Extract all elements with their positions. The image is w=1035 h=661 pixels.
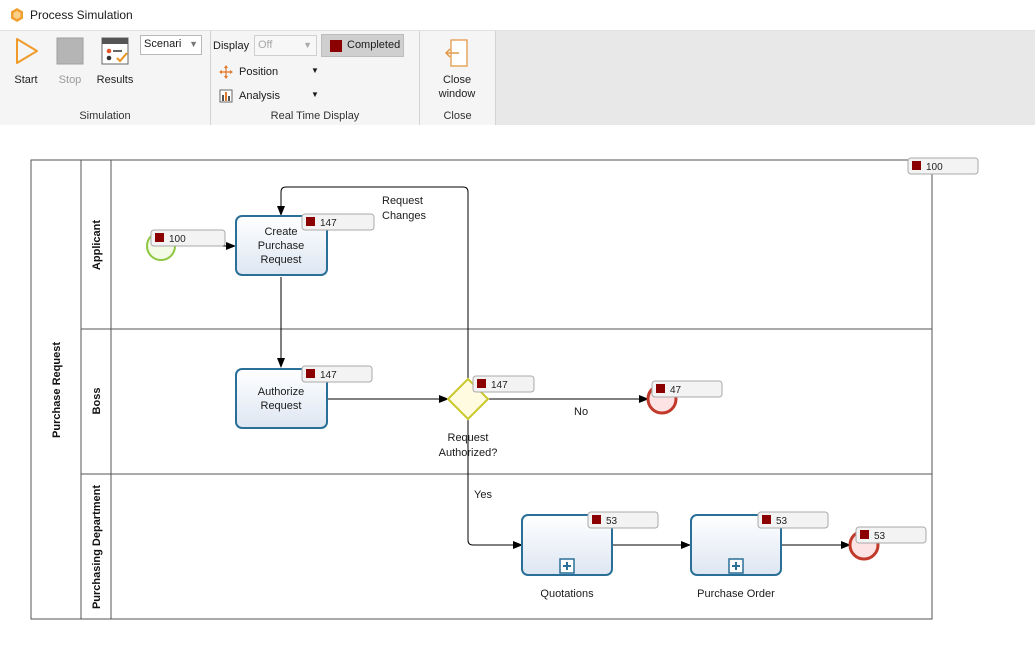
stop-button[interactable]: Stop — [52, 36, 88, 86]
subprocess-label: Purchase Order — [697, 588, 775, 600]
task-label: Create — [264, 226, 297, 238]
position-label: Position — [239, 66, 279, 78]
completed-toggle[interactable]: Completed — [321, 34, 404, 57]
subprocess-label: Quotations — [540, 588, 594, 600]
completed-label: Completed — [347, 39, 401, 51]
chevron-down-icon: ▼ — [303, 40, 312, 50]
badge-gateway: 147 — [472, 375, 535, 393]
realtime-group-label: Real Time Display — [270, 110, 360, 122]
analysis-label: Analysis — [239, 90, 280, 102]
results-button[interactable]: Results — [95, 36, 135, 86]
task-label: Request — [261, 254, 302, 266]
flow-label-no: No — [574, 406, 588, 418]
pool-label: Purchase Request — [51, 342, 63, 438]
badge-count: 53 — [606, 516, 618, 527]
badge-count: 100 — [169, 234, 186, 245]
badge-purchase-order: 53 — [757, 511, 829, 529]
task-label: Purchase — [258, 240, 304, 252]
gateway-label-1: Request — [448, 432, 489, 444]
chevron-down-icon: ▼ — [311, 90, 319, 99]
close-window-label-1: Close — [442, 74, 472, 86]
expand-plus-icon[interactable] — [559, 558, 575, 574]
lane-label-applicant: Applicant — [91, 220, 103, 270]
task-label: Request — [261, 400, 302, 412]
play-icon — [16, 38, 38, 64]
display-select[interactable]: Off ▼ — [254, 35, 317, 56]
move-arrows-icon — [219, 65, 233, 79]
analysis-menu[interactable]: Analysis ▼ — [219, 89, 329, 107]
badge-count: 100 — [926, 162, 943, 173]
chevron-down-icon: ▼ — [189, 39, 198, 49]
display-value: Off — [258, 39, 273, 51]
simulation-group-label: Simulation — [79, 110, 131, 122]
results-label: Results — [96, 74, 134, 86]
badge-end-yes: 53 — [855, 526, 927, 544]
expand-plus-icon[interactable] — [728, 558, 744, 574]
display-label: Display — [213, 40, 250, 52]
start-button[interactable]: Start — [6, 36, 46, 86]
badge-pool: 100 — [907, 157, 979, 175]
gateway-label-2: Authorized? — [439, 447, 498, 459]
badge-create: 147 — [301, 213, 375, 231]
badge-start: 100 — [150, 229, 226, 247]
badge-count: 53 — [874, 531, 886, 542]
stop-label: Stop — [58, 74, 82, 86]
close-group-label: Close — [443, 110, 472, 122]
process-diagram: Purchase Request Applicant Boss Purchasi… — [30, 157, 979, 620]
task-label: Authorize — [258, 386, 304, 398]
bar-chart-icon — [219, 89, 233, 103]
start-label: Start — [14, 74, 38, 86]
scenario-value: Scenari — [144, 38, 182, 50]
lane-label-purchasing: Purchasing Department — [91, 485, 103, 609]
flow-label-request-changes-2: Changes — [382, 210, 427, 222]
stop-icon — [56, 37, 84, 65]
app-icon — [11, 8, 23, 22]
badge-count: 147 — [320, 370, 337, 381]
results-icon — [101, 37, 129, 65]
window-title: Process Simulation — [30, 8, 133, 22]
badge-end-no: 47 — [651, 380, 723, 398]
scenario-select[interactable]: Scenari ▼ — [140, 35, 202, 55]
flow-label-request-changes-1: Request — [382, 195, 423, 207]
chevron-down-icon: ▼ — [311, 66, 319, 75]
completed-marker-icon — [330, 40, 342, 52]
title-bar: Process Simulation — [0, 0, 1035, 31]
badge-authorize: 147 — [301, 365, 373, 383]
badge-count: 147 — [320, 218, 337, 229]
close-window-button[interactable]: Close window — [432, 38, 482, 100]
flow-label-yes: Yes — [474, 489, 492, 501]
badge-count: 147 — [491, 380, 508, 391]
exit-door-icon — [444, 39, 468, 67]
diagram-canvas: Purchase Request Applicant Boss Purchasi… — [0, 126, 1035, 661]
lane-label-boss: Boss — [91, 388, 103, 415]
badge-count: 53 — [776, 516, 788, 527]
badge-quotations: 53 — [587, 511, 659, 529]
position-menu[interactable]: Position ▼ — [219, 65, 329, 83]
badge-count: 47 — [670, 385, 682, 396]
close-window-label-2: window — [438, 88, 476, 100]
